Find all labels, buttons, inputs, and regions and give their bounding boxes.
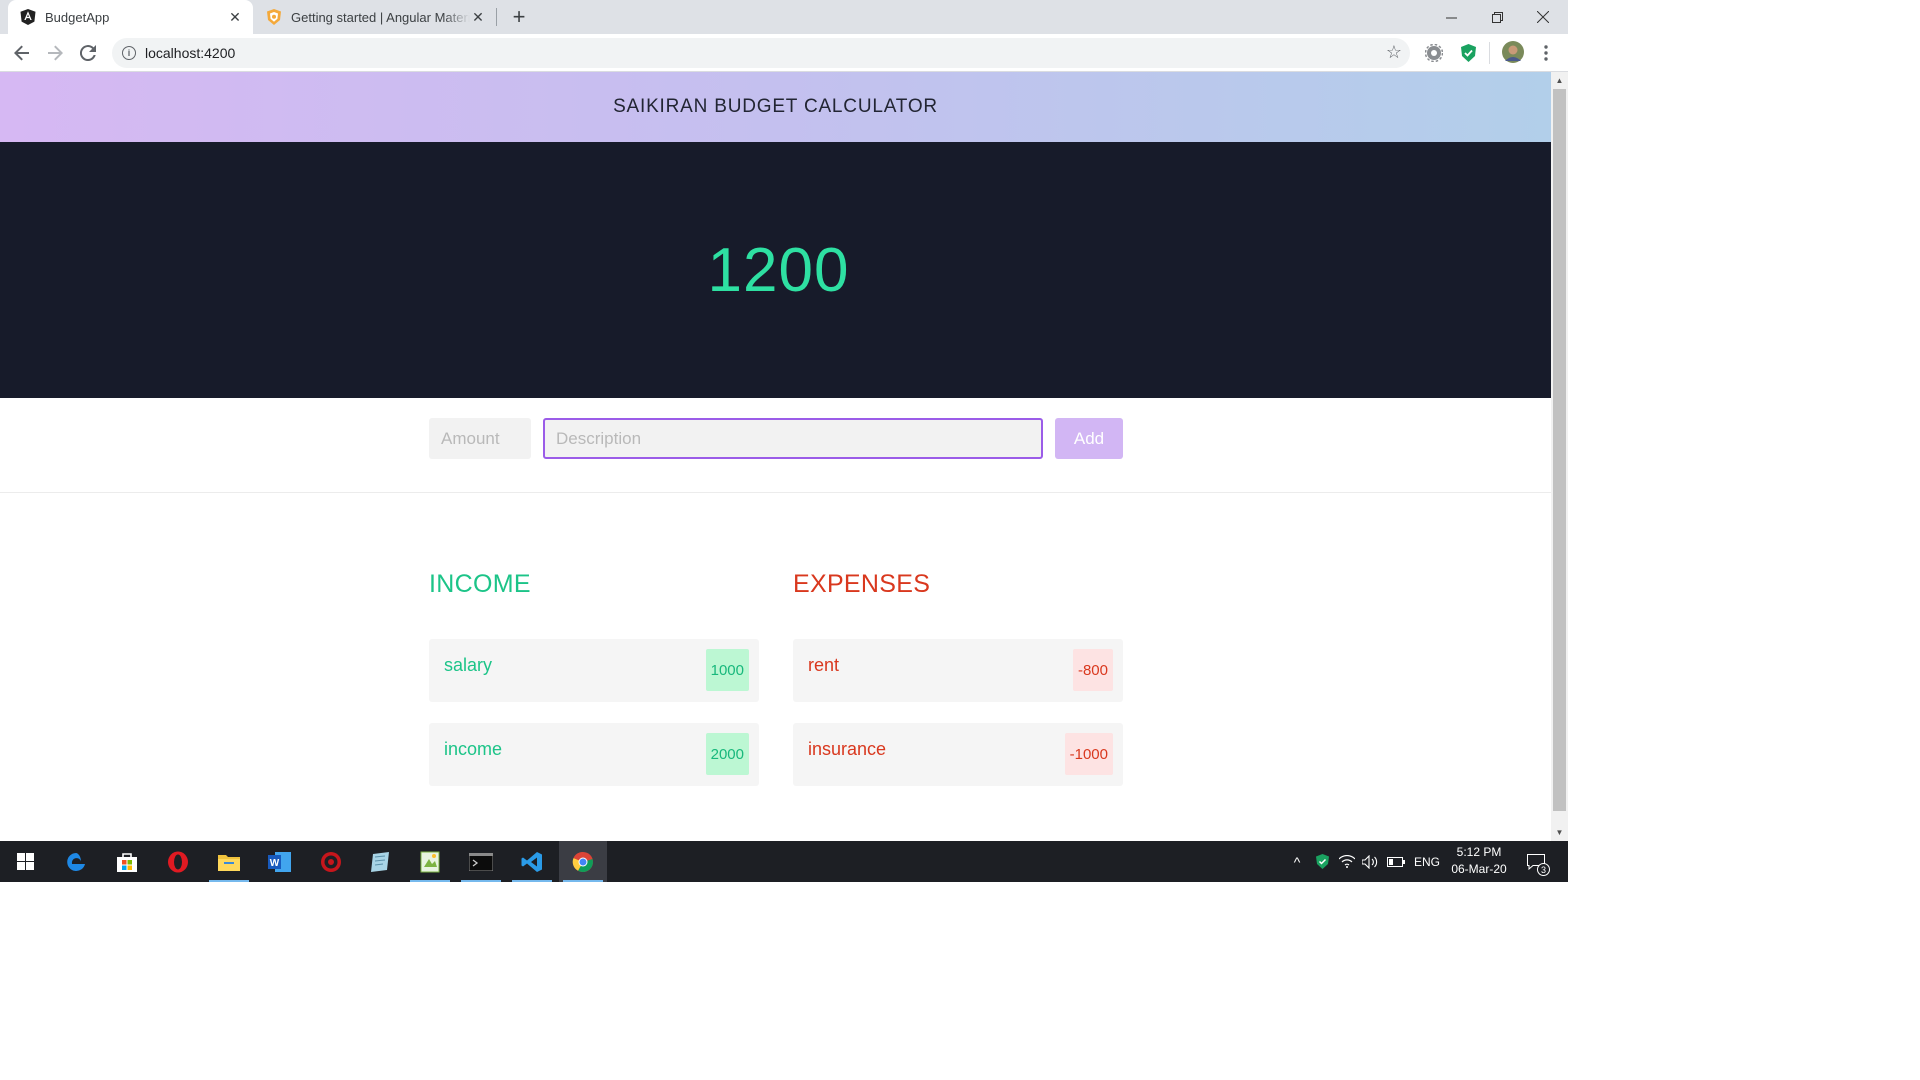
back-arrow-icon[interactable] — [10, 41, 34, 65]
tab-divider — [496, 8, 497, 26]
expense-item-label: insurance — [808, 739, 887, 759]
svg-text:W: W — [270, 858, 280, 869]
income-item-amount: 1000 — [705, 649, 749, 691]
budget-total: 1200 — [707, 235, 850, 305]
scroll-down-icon[interactable]: ▼ — [1551, 824, 1568, 841]
wifi-icon[interactable] — [1337, 841, 1357, 882]
tab-title: BudgetApp — [45, 9, 110, 25]
taskbar-clock[interactable]: 5:12 PM 06-Mar-20 — [1444, 844, 1514, 878]
add-button[interactable]: Add — [1055, 418, 1123, 459]
clock-time: 5:12 PM — [1456, 845, 1502, 859]
amount-input[interactable] — [429, 418, 531, 459]
close-window-icon[interactable] — [1520, 0, 1566, 34]
site-info-icon[interactable]: i — [122, 46, 136, 60]
restore-icon[interactable] — [1474, 0, 1520, 34]
page-scrollbar[interactable]: ▲ ▼ — [1551, 72, 1568, 841]
app-title: SAIKIRAN BUDGET CALCULATOR — [613, 96, 938, 117]
add-item-form: Add — [0, 398, 1551, 493]
description-input[interactable] — [543, 418, 1043, 459]
address-bar[interactable]: i localhost:4200 ☆ — [112, 38, 1410, 68]
security-shield-icon[interactable] — [1313, 841, 1331, 882]
income-item-amount: 2000 — [705, 733, 749, 775]
browser-menu-icon[interactable] — [1536, 43, 1556, 63]
close-tab-icon[interactable]: ✕ — [227, 9, 243, 25]
reload-icon[interactable] — [76, 41, 100, 65]
word-icon[interactable]: W — [256, 841, 304, 882]
start-icon[interactable] — [1, 841, 49, 882]
scroll-up-icon[interactable]: ▲ — [1551, 72, 1568, 89]
vscode-icon[interactable] — [508, 841, 556, 882]
income-title: INCOME — [429, 570, 531, 598]
edge-icon[interactable] — [52, 841, 100, 882]
clock-date: 06-Mar-20 — [1451, 862, 1507, 876]
browser-toolbar: i localhost:4200 ☆ — [0, 34, 1568, 72]
income-item-label: income — [444, 739, 503, 759]
expense-item-label: rent — [808, 655, 840, 675]
scrollbar-thumb[interactable] — [1553, 89, 1566, 811]
browser-tab-strip: BudgetApp ✕ Getting started | Angular Ma… — [0, 0, 1568, 34]
angular-icon — [20, 9, 36, 25]
budget-total-panel: 1200 — [0, 142, 1551, 398]
editor-app-icon[interactable] — [406, 841, 454, 882]
income-item[interactable]: salary 1000 — [429, 639, 759, 702]
extension-shield-icon[interactable] — [1458, 43, 1478, 63]
battery-icon[interactable] — [1385, 841, 1407, 882]
close-tab-icon[interactable]: ✕ — [470, 9, 486, 25]
game-app-icon[interactable] — [307, 841, 355, 882]
income-column: INCOME salary 1000 income 2000 — [429, 570, 759, 786]
expense-item[interactable]: insurance -1000 — [793, 723, 1123, 786]
notification-count-badge: 3 — [1537, 863, 1550, 876]
bookmark-star-icon[interactable]: ☆ — [1386, 43, 1402, 61]
windows-taskbar: W ^ ENG 5:12 PM 06-Mar-20 3 — [0, 841, 1568, 882]
expense-item-amount: -800 — [1072, 649, 1113, 691]
terminal-icon[interactable] — [457, 841, 505, 882]
tab-angular-material[interactable]: Getting started | Angular Material ✕ — [256, 0, 496, 34]
expenses-title: EXPENSES — [793, 570, 931, 598]
language-indicator[interactable]: ENG — [1411, 841, 1443, 882]
file-explorer-icon[interactable] — [205, 841, 253, 882]
url-text: localhost:4200 — [145, 45, 236, 61]
chrome-icon[interactable] — [559, 841, 607, 882]
notification-center-icon[interactable]: 3 — [1522, 841, 1550, 882]
tab-budgetapp[interactable]: BudgetApp ✕ — [8, 0, 253, 34]
store-icon[interactable] — [103, 841, 151, 882]
page-viewport: SAIKIRAN BUDGET CALCULATOR 1200 Add INCO… — [0, 72, 1551, 841]
volume-icon[interactable] — [1360, 841, 1380, 882]
expense-item-amount: -1000 — [1064, 733, 1113, 775]
minimize-icon[interactable] — [1428, 0, 1474, 34]
new-tab-icon[interactable]: + — [509, 6, 529, 28]
shield-icon — [266, 9, 282, 25]
expenses-column: EXPENSES rent -800 insurance -1000 — [793, 570, 1123, 786]
notes-app-icon[interactable] — [356, 841, 404, 882]
profile-avatar[interactable] — [1502, 41, 1524, 63]
income-item-label: salary — [444, 655, 493, 675]
forward-arrow-icon[interactable] — [43, 41, 67, 65]
toolbar-divider — [1489, 42, 1490, 64]
expense-item[interactable]: rent -800 — [793, 639, 1123, 702]
opera-icon[interactable] — [154, 841, 202, 882]
income-item[interactable]: income 2000 — [429, 723, 759, 786]
app-header: SAIKIRAN BUDGET CALCULATOR — [0, 72, 1551, 142]
tab-title: Getting started | Angular Material — [291, 9, 470, 25]
extension-gear-icon[interactable] — [1424, 43, 1444, 63]
tray-overflow-icon[interactable]: ^ — [1287, 841, 1307, 882]
